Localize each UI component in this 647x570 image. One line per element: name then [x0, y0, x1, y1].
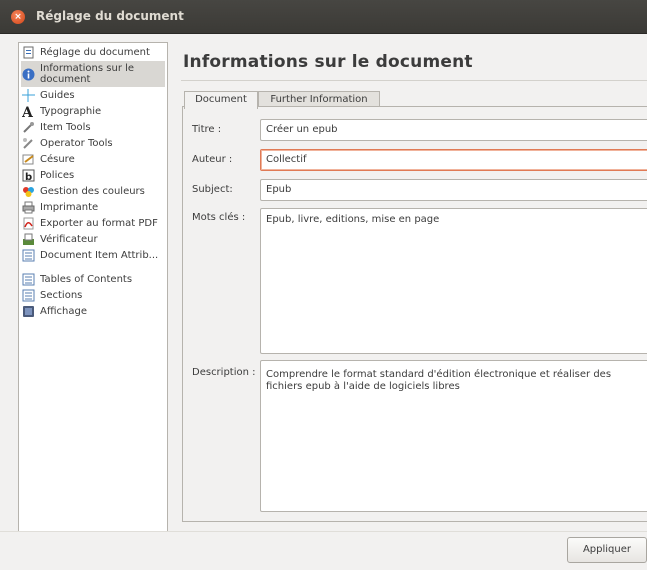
sidebar-item-item-attributes[interactable]: Document Item Attrib...: [21, 247, 165, 263]
sidebar-item-fonts[interactable]: b Polices: [21, 167, 165, 183]
sidebar-item-label: Document Item Attrib...: [40, 249, 159, 261]
document-settings-icon: [22, 46, 35, 59]
sidebar-item-display[interactable]: Affichage: [21, 303, 165, 319]
item-attributes-icon: [22, 249, 35, 262]
hyphenation-icon: [22, 153, 35, 166]
sidebar-item-document-info[interactable]: Informations sur le document: [21, 61, 165, 87]
printer-icon: [22, 201, 35, 214]
sidebar-item-item-tools[interactable]: Item Tools: [21, 119, 165, 135]
sidebar-item-label: Exporter au format PDF: [40, 217, 158, 229]
settings-sidebar: Réglage du document Informations sur le …: [18, 42, 168, 532]
sidebar-item-label: Réglage du document: [40, 46, 150, 58]
title-field[interactable]: Créer un epub: [260, 119, 647, 141]
title-label: Titre :: [192, 124, 222, 135]
info-icon: [22, 68, 35, 81]
sidebar-item-label: Césure: [40, 153, 75, 165]
preflight-icon: [22, 233, 35, 246]
sidebar-item-printer[interactable]: Imprimante: [21, 199, 165, 215]
author-field[interactable]: Collectif: [260, 149, 647, 171]
sidebar-item-document-settings[interactable]: Réglage du document: [21, 44, 165, 60]
sidebar-item-operator-tools[interactable]: Operator Tools: [21, 135, 165, 151]
apply-button[interactable]: Appliquer: [567, 537, 647, 563]
sidebar-item-label: Sections: [40, 289, 83, 301]
sidebar-item-label: Guides: [40, 89, 75, 101]
sidebar-item-label: Typographie: [40, 105, 102, 117]
sidebar-item-label: Imprimante: [40, 201, 99, 213]
sidebar-item-label: Item Tools: [40, 121, 91, 133]
subject-label: Subject:: [192, 184, 233, 195]
sidebar-item-label: Vérificateur: [40, 233, 98, 245]
svg-text:b: b: [25, 172, 32, 182]
keywords-label: Mots clés :: [192, 212, 246, 223]
page-title: Informations sur le document: [183, 52, 473, 72]
sidebar-item-typography[interactable]: A Typographie: [21, 103, 165, 120]
author-label: Auteur :: [192, 154, 233, 165]
description-label: Description :: [192, 367, 256, 378]
fonts-icon: b: [22, 169, 35, 183]
item-tools-icon: [22, 121, 35, 134]
sidebar-item-label: Gestion des couleurs: [40, 185, 145, 197]
title-divider: [181, 80, 647, 81]
pdf-export-icon: [22, 217, 35, 230]
sidebar-item-guides[interactable]: Guides: [21, 87, 165, 103]
window-title: Réglage du document: [36, 9, 184, 23]
sidebar-item-pdf-export[interactable]: Exporter au format PDF: [21, 215, 165, 231]
sidebar-item-label: Tables of Contents: [40, 273, 133, 285]
description-field[interactable]: Comprendre le format standard d'édition …: [260, 360, 647, 512]
sidebar-item-sections[interactable]: Sections: [21, 287, 165, 303]
sections-icon: [22, 289, 35, 302]
subject-field[interactable]: Epub: [260, 179, 647, 201]
sidebar-item-hyphenation[interactable]: Césure: [21, 151, 165, 167]
sidebar-item-color-management[interactable]: Gestion des couleurs: [21, 183, 165, 199]
tab-document[interactable]: Document: [184, 91, 258, 109]
typography-icon: A: [21, 105, 35, 120]
sidebar-item-toc[interactable]: Tables of Contents: [21, 271, 165, 287]
operator-tools-icon: [22, 137, 35, 150]
sidebar-item-label: Polices: [40, 169, 75, 181]
keywords-field[interactable]: Epub, livre, editions, mise en page: [260, 208, 647, 354]
sidebar-item-label: Affichage: [40, 305, 87, 317]
svg-text:A: A: [22, 105, 34, 118]
sidebar-item-label: Operator Tools: [40, 137, 113, 149]
sidebar-item-preflight[interactable]: Vérificateur: [21, 231, 165, 247]
toc-icon: [22, 273, 35, 286]
window-titlebar: × Réglage du document: [0, 0, 647, 34]
display-icon: [22, 305, 35, 318]
color-management-icon: [22, 185, 35, 198]
guides-icon: [22, 88, 35, 102]
footer-divider: [0, 531, 647, 532]
sidebar-item-label: Informations sur le document: [40, 63, 135, 85]
close-icon[interactable]: ×: [11, 10, 25, 24]
